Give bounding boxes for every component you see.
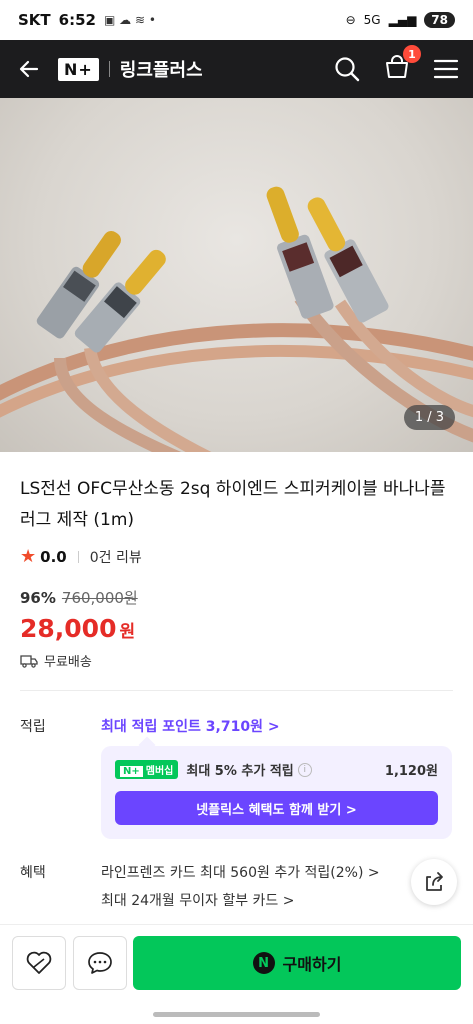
clock: 6:52 bbox=[58, 11, 96, 29]
membership-badge-label: 멤버십 bbox=[145, 766, 174, 777]
naver-pay-icon: N bbox=[252, 952, 275, 974]
logo-divider bbox=[108, 61, 110, 77]
product-info: LS전선 OFC무산소동 2sq 하이엔드 스피커케이블 바나나플러그 제작 (… bbox=[20, 452, 453, 691]
currency-unit: 원 bbox=[119, 622, 136, 642]
naver-plus-logo: N+ bbox=[58, 57, 99, 81]
app-bar: N+ 링크플러스 1 bbox=[0, 40, 473, 98]
store-name: 링크플러스 bbox=[119, 60, 203, 81]
cart-count-badge: 1 bbox=[403, 45, 421, 63]
naver-plus-mark: N+ bbox=[120, 766, 143, 777]
wishlist-button[interactable] bbox=[12, 936, 66, 990]
max-points-link[interactable]: 최대 적립 포인트 3,710원 > bbox=[101, 716, 280, 736]
installment-benefit-link[interactable]: 최대 24개월 무이자 할부 카드 > bbox=[101, 890, 294, 910]
shipping-text: 무료배송 bbox=[44, 655, 92, 670]
signal-icon: ▂▄▆ bbox=[388, 13, 417, 27]
back-button[interactable] bbox=[14, 54, 44, 84]
arrow-left-icon bbox=[19, 60, 39, 78]
section-divider bbox=[20, 690, 453, 691]
membership-box: N+ 멤버십 최대 5% 추가 적립 i 1,120원 넷플릭스 혜택도 함께 받… bbox=[101, 746, 452, 839]
store-logo[interactable]: N+ 링크플러스 bbox=[58, 56, 203, 82]
network-label: 5G bbox=[363, 13, 381, 27]
search-icon[interactable] bbox=[333, 55, 361, 83]
netflix-benefit-button[interactable]: 넷플릭스 혜택도 함께 받기 > bbox=[115, 791, 438, 825]
dnd-icon: ⊖ bbox=[345, 13, 356, 27]
price-row: 96% 760,000원 bbox=[20, 587, 453, 608]
info-icon[interactable]: i bbox=[297, 762, 312, 777]
card-benefit-link[interactable]: 라인프렌즈 카드 최대 560원 추가 적립(2%) > bbox=[101, 862, 380, 882]
inquiry-button[interactable] bbox=[73, 936, 127, 990]
status-bar: SKT 6:52 ▣ ☁ ≋ • ⊖ 5G ▂▄▆ 78 bbox=[0, 0, 473, 40]
product-title: LS전선 OFC무산소동 2sq 하이엔드 스피커케이블 바나나플러그 제작 (… bbox=[20, 479, 446, 530]
chat-bubble-icon bbox=[88, 952, 112, 974]
benefits-label: 혜택 bbox=[20, 865, 46, 881]
shipping-row: 무료배송 bbox=[20, 651, 453, 670]
membership-text: 최대 5% 추가 적립 bbox=[186, 764, 294, 779]
buy-label: 구매하기 bbox=[282, 955, 342, 974]
battery-indicator: 78 bbox=[424, 12, 455, 28]
star-icon: ★ bbox=[20, 546, 37, 567]
rating-row[interactable]: ★ 0.0 0건 리뷰 bbox=[20, 546, 453, 567]
share-icon bbox=[426, 872, 443, 891]
share-button[interactable] bbox=[411, 859, 457, 905]
bottom-action-bar: N 구매하기 bbox=[0, 924, 473, 1000]
rating-score: 0.0 bbox=[40, 547, 67, 566]
sale-price: 28,000 bbox=[20, 614, 117, 643]
carrier-label: SKT bbox=[18, 11, 51, 29]
points-label: 적립 bbox=[20, 719, 46, 735]
cable-photo bbox=[0, 186, 473, 452]
product-image[interactable]: 1 / 3 bbox=[0, 98, 473, 452]
notification-icons: ▣ ☁ ≋ • bbox=[103, 13, 156, 27]
heart-icon bbox=[26, 951, 52, 974]
rating-divider bbox=[77, 550, 79, 563]
membership-badge: N+ 멤버십 bbox=[115, 760, 179, 779]
menu-icon[interactable] bbox=[433, 58, 459, 80]
original-price: 760,000원 bbox=[61, 589, 138, 607]
discount-rate: 96% bbox=[20, 588, 56, 607]
cart-button[interactable]: 1 bbox=[383, 45, 421, 85]
review-count[interactable]: 0건 리뷰 bbox=[90, 547, 142, 567]
image-counter: 1 / 3 bbox=[403, 405, 455, 430]
membership-amount: 1,120원 bbox=[384, 764, 438, 779]
truck-icon bbox=[20, 654, 38, 668]
sale-price-row: 28,000 원 bbox=[20, 614, 453, 643]
gesture-handle bbox=[153, 1012, 320, 1017]
buy-button[interactable]: N 구매하기 bbox=[133, 936, 461, 990]
